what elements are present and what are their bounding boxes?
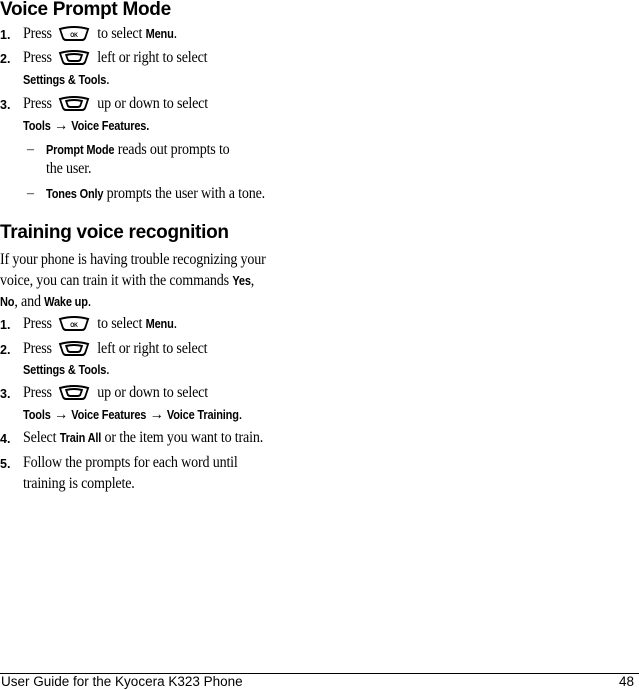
- training-step-4: Select Train All or the item you want to…: [23, 428, 263, 448]
- intro-text: , and: [14, 293, 41, 310]
- step-number: 3.: [0, 387, 11, 401]
- step-text: Select: [23, 429, 57, 446]
- ok-key-icon: [58, 26, 89, 41]
- punctuation: .: [173, 25, 178, 42]
- section-title-voice-prompt-mode: Voice Prompt Mode: [0, 0, 171, 20]
- step-text: to select: [97, 315, 143, 332]
- step-text: or the item you want to train.: [104, 429, 264, 446]
- menu-label: Menu: [145, 317, 174, 331]
- step-number: 2.: [0, 343, 11, 357]
- navigation-key-icon: [58, 341, 89, 356]
- navigation-key-icon: [58, 96, 89, 111]
- intro-line-3: No, and Wake up.: [0, 291, 91, 313]
- bullet-dash: –: [27, 142, 34, 157]
- training-step-3: Press up or down to select: [23, 383, 208, 403]
- arrow-right-icon: →: [149, 406, 164, 423]
- ok-key-icon: [58, 316, 89, 331]
- training-step-2-path: Settings & Tools.: [23, 360, 110, 380]
- punctuation: .: [238, 406, 243, 423]
- step-text: Press: [23, 95, 52, 112]
- no-command: No: [0, 295, 15, 309]
- step-text: Press: [23, 315, 52, 332]
- intro-text: voice, you can train it with the command…: [0, 272, 229, 289]
- intro-text: If your phone is having trouble recogniz…: [0, 251, 266, 268]
- navigation-key-icon: [58, 385, 89, 400]
- training-step-5: Follow the prompts for each word until: [23, 453, 238, 473]
- train-all-label: Train All: [59, 431, 102, 445]
- punctuation: .: [106, 361, 110, 378]
- step-text: up or down to select: [97, 384, 208, 401]
- step-text: left or right to select: [97, 49, 208, 66]
- page-number: 48: [618, 674, 634, 689]
- step-text: up or down to select: [97, 95, 208, 112]
- punctuation: .: [106, 71, 110, 88]
- settings-tools-label: Settings & Tools: [23, 363, 107, 377]
- training-step-5-cont: training is complete.: [23, 474, 135, 494]
- training-step-2: Press left or right to select: [23, 339, 208, 359]
- training-step-3-path: Tools → Voice Features → Voice Training.: [23, 405, 242, 425]
- step-text: Press: [23, 340, 52, 357]
- step-2: Press left or right to select: [23, 48, 208, 68]
- step-text: Follow the prompts for each word until: [23, 454, 238, 471]
- settings-tools-label: Settings & Tools: [23, 73, 107, 87]
- step-number: 4.: [0, 432, 11, 446]
- step-text: Press: [23, 25, 52, 42]
- section-title-training: Training voice recognition: [0, 222, 229, 243]
- wake-up-command: Wake up: [44, 295, 88, 309]
- step-number: 2.: [0, 52, 11, 66]
- arrow-right-icon: →: [53, 406, 68, 423]
- punctuation: ,: [250, 272, 255, 289]
- bullet-dash: –: [27, 186, 34, 201]
- intro-line-2: voice, you can train it with the command…: [0, 270, 254, 292]
- training-step-1: Press to select Menu.: [23, 314, 177, 334]
- option-text: prompts the user with a tone.: [106, 185, 266, 202]
- step-text: to select: [97, 25, 143, 42]
- option-prompt-mode: Prompt Mode reads out prompts to: [46, 140, 230, 160]
- step-text: left or right to select: [97, 340, 208, 357]
- option-text: reads out prompts to: [117, 141, 230, 158]
- yes-command: Yes: [232, 274, 251, 288]
- menu-label: Menu: [145, 27, 174, 41]
- tones-only-label: Tones Only: [46, 187, 104, 201]
- option-prompt-mode-cont: the user.: [46, 159, 92, 179]
- step-number: 1.: [0, 28, 11, 42]
- arrow-right-icon: →: [53, 117, 68, 134]
- step-text: training is complete.: [23, 475, 135, 492]
- voice-features-label: Voice Features.: [71, 119, 150, 133]
- punctuation: .: [173, 315, 178, 332]
- step-2-path: Settings & Tools.: [23, 70, 110, 90]
- step-text: Press: [23, 49, 52, 66]
- step-3: Press up or down to select: [23, 94, 208, 114]
- navigation-key-icon: [58, 50, 89, 65]
- intro-line-1: If your phone is having trouble recogniz…: [0, 249, 266, 270]
- step-3-path: Tools → Voice Features.: [23, 116, 149, 136]
- tools-label: Tools: [23, 408, 51, 422]
- voice-features-label: Voice Features: [71, 408, 147, 422]
- step-number: 1.: [0, 318, 11, 332]
- tools-label: Tools: [23, 119, 51, 133]
- voice-training-label: Voice Training: [166, 408, 239, 422]
- prompt-mode-label: Prompt Mode: [46, 143, 115, 157]
- step-1: Press to select Menu.: [23, 24, 177, 44]
- punctuation: .: [87, 293, 92, 310]
- step-number: 5.: [0, 457, 11, 471]
- footer-title: User Guide for the Kyocera K323 Phone: [1, 674, 243, 689]
- option-tones-only: Tones Only prompts the user with a tone.: [46, 184, 265, 204]
- option-text: the user.: [46, 160, 92, 177]
- step-number: 3.: [0, 98, 11, 112]
- step-text: Press: [23, 384, 52, 401]
